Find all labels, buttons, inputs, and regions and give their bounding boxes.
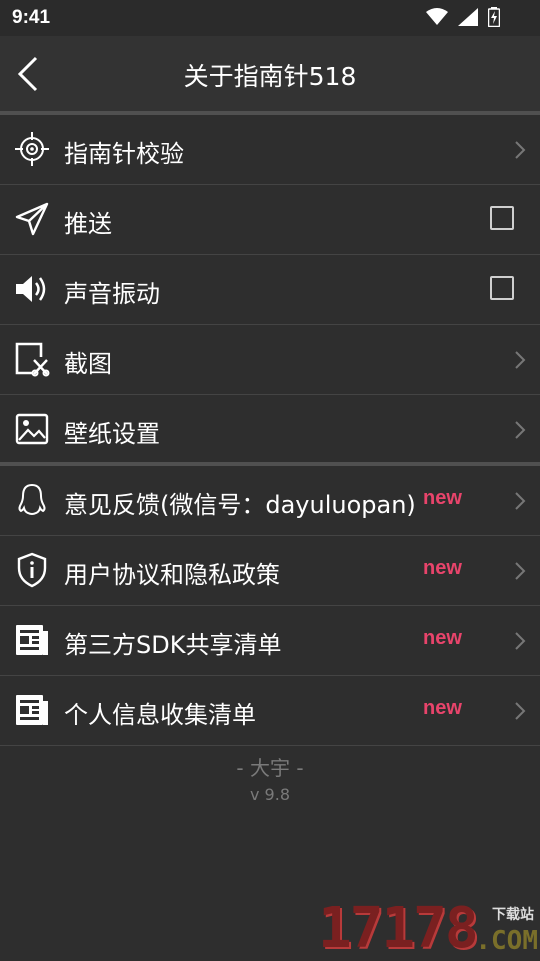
- row-feedback[interactable]: 意见反馈(微信号：dayuluopan) new: [0, 466, 540, 536]
- row-label: 推送: [64, 210, 112, 238]
- volume-icon: [16, 276, 46, 302]
- page-title: 关于指南针518: [183, 62, 357, 91]
- chevron-right-icon: [515, 632, 526, 650]
- footer: - 大宇 - v 9.8: [0, 752, 540, 804]
- row-third-party-sdk[interactable]: 第三方SDK共享清单 new: [0, 606, 540, 676]
- chevron-right-icon: [515, 351, 526, 369]
- new-badge: new: [423, 557, 462, 579]
- crosshair-icon: [15, 132, 49, 166]
- chevron-right-icon: [515, 702, 526, 720]
- row-label: 第三方SDK共享清单: [64, 631, 282, 659]
- signal-icon: [458, 8, 478, 26]
- push-checkbox[interactable]: [490, 206, 514, 230]
- new-badge: new: [423, 487, 462, 509]
- app-bar: 关于指南针518: [0, 36, 540, 115]
- shield-info-icon: [17, 552, 47, 588]
- footer-brand: - 大宇 -: [236, 756, 304, 780]
- chevron-right-icon: [515, 141, 526, 159]
- screenshot-icon: [15, 342, 50, 377]
- row-push[interactable]: 推送: [0, 185, 540, 255]
- settings-list: 指南针校验 推送 声音振动 截图 壁纸设置 意见反馈(微信号：dayuluopa…: [0, 115, 540, 746]
- row-screenshot[interactable]: 截图: [0, 325, 540, 395]
- row-compass-calibration[interactable]: 指南针校验: [0, 115, 540, 185]
- sound-checkbox[interactable]: [490, 276, 514, 300]
- row-sound-vibration[interactable]: 声音振动: [0, 255, 540, 325]
- chevron-right-icon: [515, 492, 526, 510]
- row-label: 指南针校验: [64, 140, 184, 168]
- app-version: v 9.8: [250, 785, 290, 804]
- watermark-number: 17178: [318, 896, 479, 961]
- qq-icon: [18, 483, 46, 515]
- new-badge: new: [423, 627, 462, 649]
- chevron-right-icon: [515, 562, 526, 580]
- row-label: 声音振动: [64, 280, 160, 308]
- row-wallpaper[interactable]: 壁纸设置: [0, 395, 540, 466]
- row-label: 意见反馈(微信号：dayuluopan): [64, 491, 416, 519]
- battery-icon: [488, 7, 500, 27]
- document-icon: [16, 625, 48, 655]
- wifi-icon: [426, 8, 448, 25]
- new-badge: new: [423, 697, 462, 719]
- row-personal-info[interactable]: 个人信息收集清单 new: [0, 676, 540, 746]
- watermark-domain: .COM: [475, 926, 538, 956]
- document-icon: [16, 695, 48, 725]
- status-bar: 9:41: [0, 0, 540, 36]
- watermark-logo: 17178 下载站 .COM: [318, 896, 540, 961]
- chevron-right-icon: [515, 421, 526, 439]
- status-icons: [426, 7, 500, 27]
- row-user-agreement[interactable]: 用户协议和隐私政策 new: [0, 536, 540, 606]
- status-time: 9:41: [12, 7, 51, 28]
- row-label: 个人信息收集清单: [64, 701, 256, 729]
- row-label: 用户协议和隐私政策: [64, 561, 280, 589]
- watermark-download: 下载站: [492, 907, 534, 923]
- row-label: 壁纸设置: [64, 420, 160, 448]
- image-icon: [15, 413, 49, 445]
- row-label: 截图: [64, 350, 112, 378]
- send-icon: [15, 202, 49, 236]
